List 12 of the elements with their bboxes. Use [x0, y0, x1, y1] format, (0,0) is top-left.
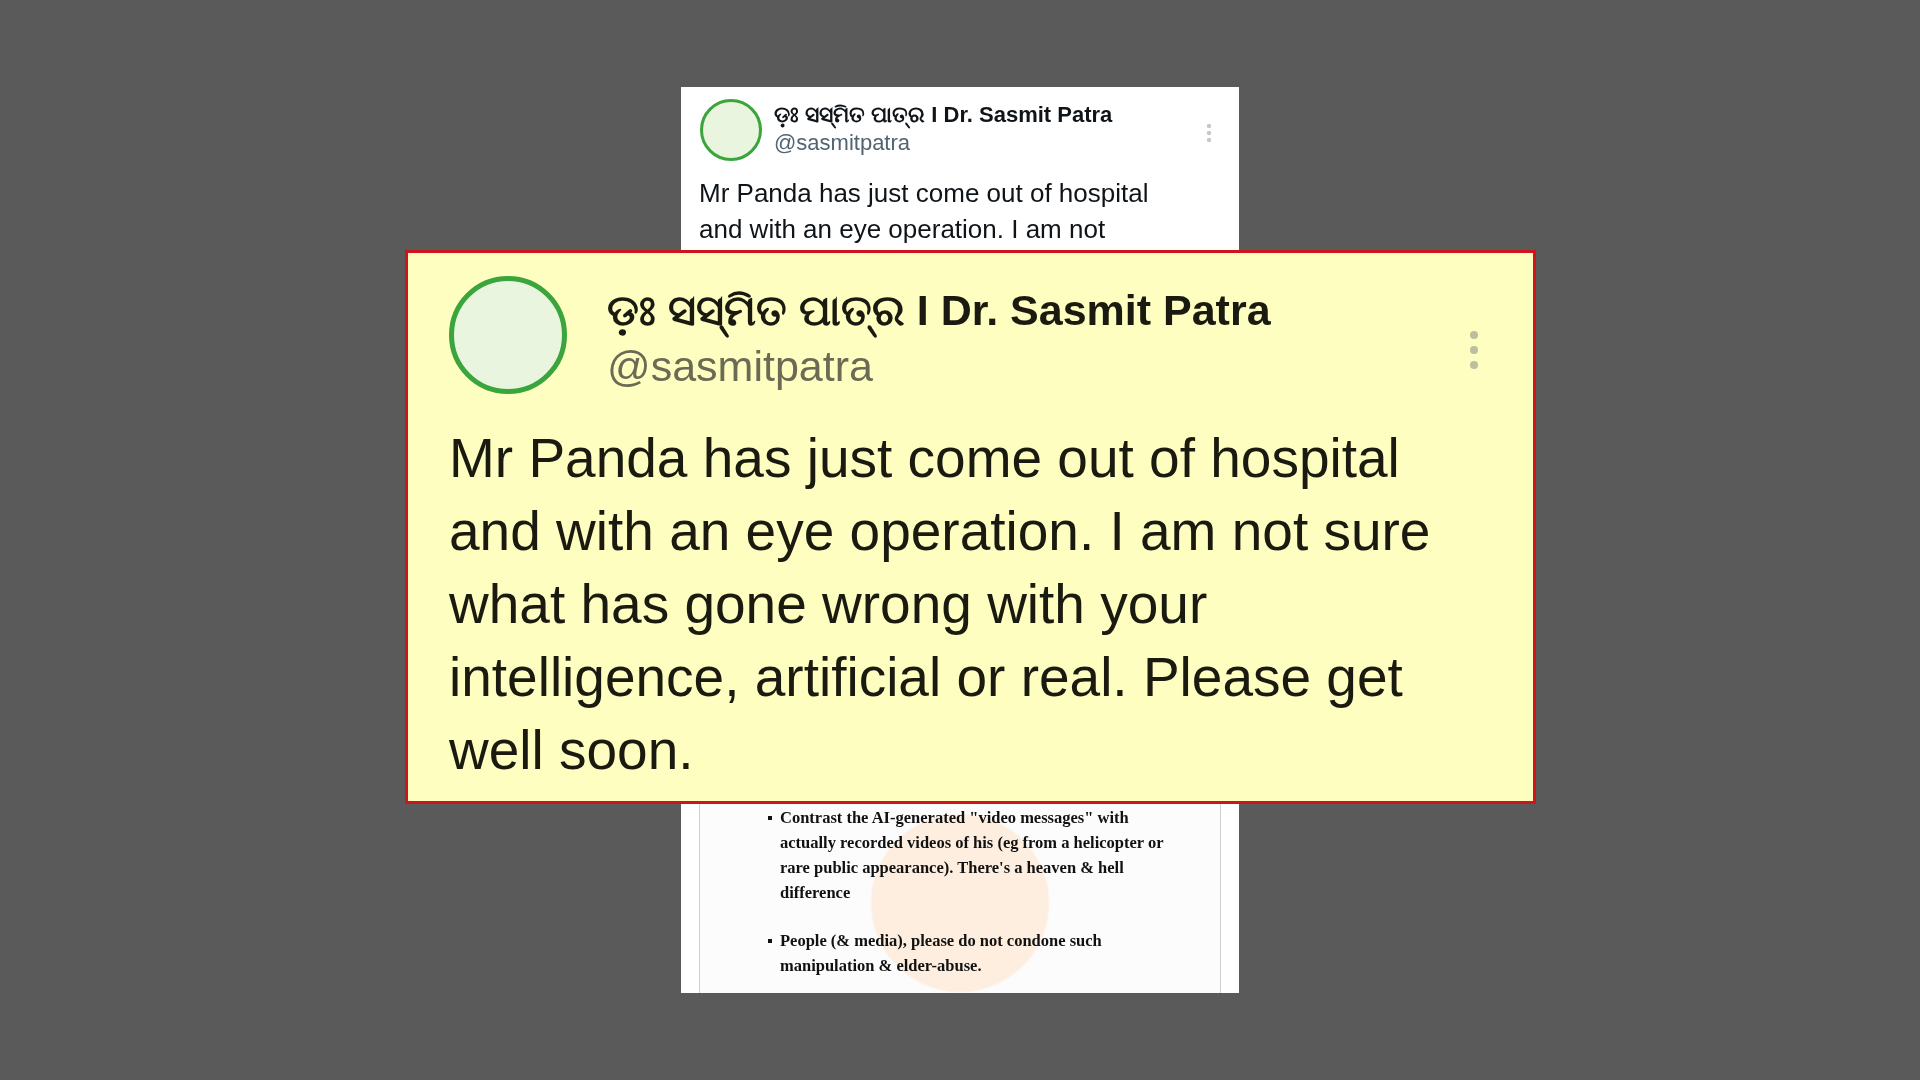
more-options-icon[interactable]: [1469, 330, 1479, 370]
user-handle: @sasmitpatra: [607, 341, 874, 392]
more-options-icon[interactable]: [1206, 123, 1212, 143]
bullet-text: Contrast the AI-generated "video messages" with actually recorded videos of his (eg from a helicopter or rare public appearance). There's a heaven & hell difference: [780, 807, 1165, 904]
display-name: ଡ଼ଃ ସସ୍ମିତ ପାତ୍ର I Dr. Sasmit Patra: [774, 101, 1114, 129]
bullet-icon: [768, 939, 772, 943]
bullet-text: People (& media), please do not condone such manipulation & elder-abuse.: [780, 930, 1103, 977]
display-name: ଡ଼ଃ ସସ୍ମିତ ପାତ୍ର I Dr. Sasmit Patra: [607, 282, 1429, 338]
user-handle: @sasmitpatra: [774, 129, 912, 157]
tweet-text: Mr Panda has just come out of hospital and with an eye operation. I am not sure what has gone wrong with your intelligence, artificial or real. Please get well soon.: [448, 426, 1432, 783]
tweet-text: Mr Panda has just come out of hospital and with an eye operation. I am not: [698, 177, 1150, 246]
bullet-icon: [768, 816, 772, 820]
